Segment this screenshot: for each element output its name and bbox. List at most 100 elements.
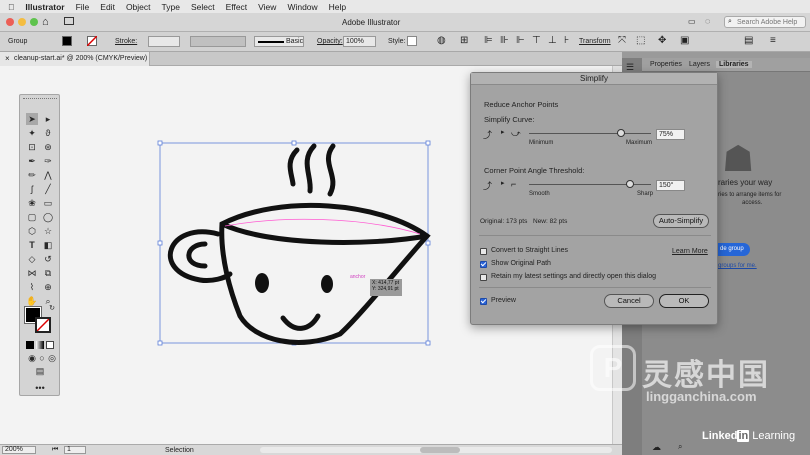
menu-object[interactable]: Object	[126, 2, 151, 12]
rectangle-icon[interactable]: ▭	[42, 197, 54, 209]
angle-slider-thumb[interactable]	[626, 180, 635, 188]
gradient-mode-icon[interactable]	[36, 341, 44, 349]
search-field[interactable]: ⌕ Search Adobe Help	[724, 16, 806, 28]
horizontal-scrollbar[interactable]	[260, 447, 612, 453]
lasso-icon[interactable]: ϑ	[42, 127, 54, 139]
pencil-icon[interactable]: ✏	[26, 169, 38, 181]
zoom-window-icon[interactable]	[30, 18, 38, 26]
close-window-icon[interactable]	[6, 18, 14, 26]
menu-help[interactable]: Help	[329, 2, 346, 12]
panel-menu-icon[interactable]: ≡	[770, 35, 776, 46]
workspace-layout-icon[interactable]	[64, 17, 74, 25]
angle-value-field[interactable]: 150°	[656, 180, 685, 191]
align-left-icon[interactable]: ⊫	[484, 35, 493, 46]
tab-libraries[interactable]: Libraries	[716, 61, 752, 68]
shape-builder-icon[interactable]: ⊕	[42, 281, 54, 293]
ok-button[interactable]: OK	[659, 294, 709, 308]
stroke-swatch[interactable]	[87, 36, 97, 46]
straight-lines-checkbox[interactable]	[480, 248, 487, 255]
align-to-icon[interactable]: ⊞	[460, 35, 468, 46]
menu-view[interactable]: View	[258, 2, 276, 12]
star-icon[interactable]: ☆	[42, 225, 54, 237]
anchor-point-icon[interactable]: ⋀	[42, 169, 54, 181]
learn-more-link[interactable]: Learn More	[672, 248, 708, 255]
menu-app[interactable]: Illustrator	[25, 2, 64, 12]
eyedropper-icon[interactable]: ⌇	[26, 281, 38, 293]
rotate-icon[interactable]: ↺	[42, 253, 54, 265]
align-center-icon[interactable]: ⊪	[500, 35, 509, 46]
cloud-icon[interactable]: ☁	[652, 442, 661, 453]
tab-properties[interactable]: Properties	[650, 61, 682, 68]
color-mode-icon[interactable]	[26, 341, 34, 349]
screen-mode-icon[interactable]: ▤	[34, 365, 46, 377]
line-segment-icon[interactable]: ╱	[42, 183, 54, 195]
menu-window[interactable]: Window	[287, 2, 317, 12]
library-search-icon[interactable]: ⌕	[678, 442, 682, 452]
pen-tool-icon[interactable]: ✒	[26, 155, 38, 167]
fill-swatch[interactable]	[62, 36, 72, 46]
curvature-icon[interactable]: ✑	[42, 155, 54, 167]
brush-definition[interactable]: Basic	[254, 36, 304, 47]
align-middle-icon[interactable]: ⊥	[548, 35, 557, 46]
retain-settings-checkbox[interactable]	[480, 274, 487, 281]
menu-select[interactable]: Select	[191, 2, 215, 12]
menu-file[interactable]: File	[76, 2, 90, 12]
arrange-docs-icon[interactable]: ▭	[688, 17, 696, 26]
apple-menu-icon[interactable]: 	[8, 2, 14, 12]
isolate-icon[interactable]: ⤧	[618, 35, 626, 46]
artboard-icon[interactable]: ⊡	[26, 141, 38, 153]
paintbrush-icon[interactable]: ʃ	[26, 183, 38, 195]
hand-tool-icon[interactable]: ✋	[26, 295, 38, 307]
recolor-icon[interactable]: ◍	[437, 35, 446, 46]
align-right-icon[interactable]: ⊩	[516, 35, 525, 46]
gradient-icon[interactable]: ◧	[42, 239, 54, 251]
stroke-label[interactable]: Stroke:	[115, 38, 137, 45]
show-original-checkbox[interactable]	[480, 261, 487, 268]
blob-brush-icon[interactable]: ❀	[26, 197, 38, 209]
tab-layers[interactable]: Layers	[689, 61, 710, 68]
close-tab-icon[interactable]: ×	[5, 54, 10, 63]
opacity-label[interactable]: Opacity:	[317, 38, 343, 45]
lightbulb-icon[interactable]: ◌	[705, 16, 710, 26]
transform-link[interactable]: Transform	[579, 38, 611, 45]
scroll-thumb[interactable]	[420, 447, 460, 453]
first-artboard-icon[interactable]: ⏮	[52, 446, 58, 454]
opacity-field[interactable]: 100%	[343, 36, 376, 47]
draw-inside-icon[interactable]: ◎	[46, 352, 58, 364]
menu-type[interactable]: Type	[162, 2, 180, 12]
create-group-button[interactable]: de group	[718, 243, 750, 256]
corner-angle-slider[interactable]	[529, 180, 651, 188]
puppet-warp-icon[interactable]: ✥	[658, 35, 666, 46]
stroke-color-swatch[interactable]	[35, 317, 51, 333]
more-tools-icon[interactable]: •••	[34, 382, 46, 394]
group-link[interactable]: groups for me.	[718, 263, 757, 269]
graphic-style-swatch[interactable]	[407, 36, 417, 46]
magic-wand-icon[interactable]: ✦	[26, 127, 38, 139]
width-tool-icon[interactable]: ⋈	[26, 267, 38, 279]
ellipse-icon[interactable]: ◯	[42, 211, 54, 223]
eraser-icon[interactable]: ◇	[26, 253, 38, 265]
group-icon[interactable]: ▣	[680, 35, 689, 46]
swap-colors-icon[interactable]: ↻	[46, 303, 58, 315]
menu-effect[interactable]: Effect	[226, 2, 248, 12]
auto-simplify-button[interactable]: Auto-Simplify	[653, 214, 709, 228]
rotate-view-icon[interactable]: ⊛	[42, 141, 54, 153]
direct-selection-icon[interactable]: ▸	[42, 113, 54, 125]
free-transform-icon[interactable]: ⧉	[42, 267, 54, 279]
selection-tool-icon[interactable]: ➤	[26, 113, 38, 125]
none-mode-icon[interactable]	[46, 341, 54, 349]
edit-contents-icon[interactable]: ⬚	[636, 35, 645, 46]
curve-value-field[interactable]: 75%	[656, 129, 685, 140]
document-tab[interactable]: × cleanup-start.ai* @ 200% (CMYK/Preview…	[0, 52, 150, 66]
preview-checkbox[interactable]	[480, 298, 487, 305]
simplify-curve-slider[interactable]	[529, 129, 651, 137]
type-tool-icon[interactable]: T	[26, 239, 38, 251]
rounded-rect-icon[interactable]: ▢	[26, 211, 38, 223]
home-icon[interactable]: ⌂	[42, 16, 49, 28]
menu-edit[interactable]: Edit	[100, 2, 115, 12]
stroke-weight-field[interactable]	[148, 36, 180, 47]
variable-width-profile[interactable]	[190, 36, 246, 47]
toolbar-grip[interactable]	[23, 98, 57, 101]
curve-slider-thumb[interactable]	[616, 129, 625, 137]
minimize-window-icon[interactable]	[18, 18, 26, 26]
